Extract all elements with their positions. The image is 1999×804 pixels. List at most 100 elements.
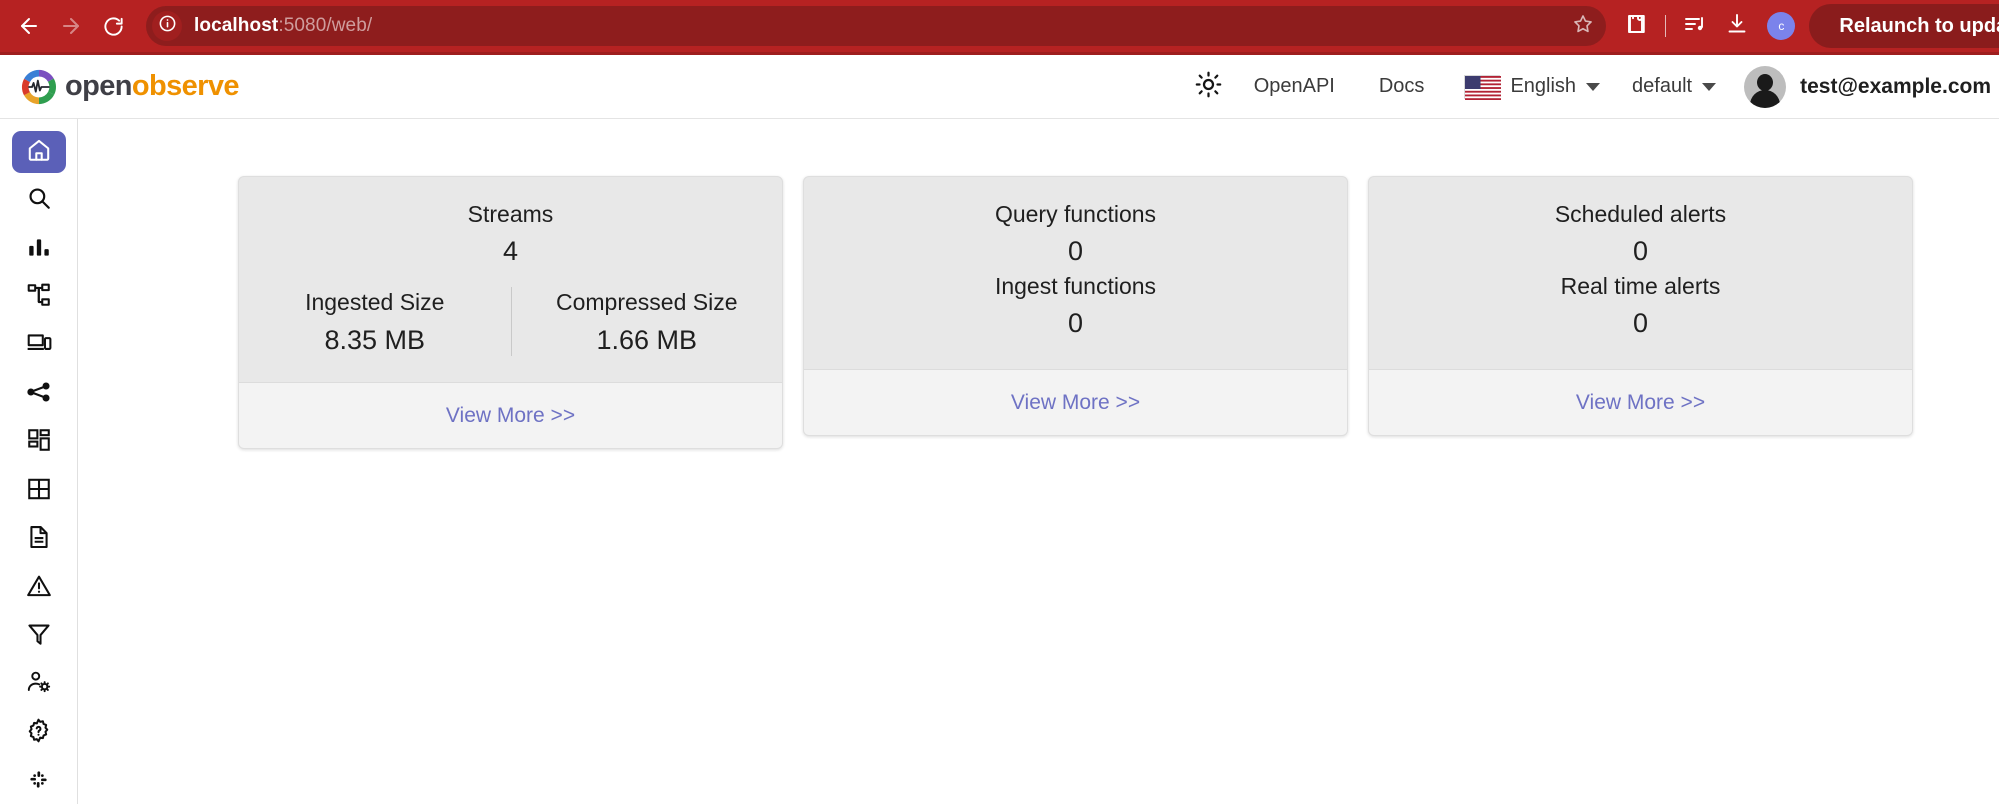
sidebar-item-search[interactable]	[12, 179, 66, 221]
summary-cards: Streams 4 Ingested Size 8.35 MB Compress…	[238, 176, 1999, 450]
avatar	[1744, 65, 1787, 108]
alert-triangle-icon	[26, 573, 52, 604]
user-menu[interactable]: test@example.com	[1734, 65, 1991, 108]
app-header: openobserve OpenAPI Docs English default…	[0, 55, 1999, 119]
card-footer: View More >>	[1369, 369, 1912, 436]
bookmark-button[interactable]	[1566, 9, 1600, 43]
sidebar-item-functions[interactable]	[12, 615, 66, 657]
card-value: 0	[1632, 236, 1649, 267]
view-more-link[interactable]: View More >>	[1011, 391, 1140, 415]
document-icon	[26, 524, 52, 555]
view-more-link[interactable]: View More >>	[1576, 391, 1705, 415]
reload-button[interactable]	[92, 5, 134, 47]
url-host: localhost	[194, 15, 279, 36]
user-email: test@example.com	[1800, 74, 1991, 98]
openapi-link[interactable]: OpenAPI	[1232, 75, 1357, 98]
brand-open: open	[65, 70, 132, 102]
card-footer: View More >>	[239, 382, 782, 449]
view-more-link[interactable]: View More >>	[446, 404, 575, 428]
us-flag-icon	[1464, 74, 1502, 100]
download-icon	[1725, 12, 1749, 41]
back-button[interactable]	[8, 5, 50, 47]
devices-icon	[26, 330, 52, 361]
sidebar-item-alerts[interactable]	[12, 567, 66, 609]
sidebar-item-pipelines[interactable]	[12, 276, 66, 318]
gear-question-icon	[25, 717, 52, 749]
card-secondary-value: 0	[1067, 308, 1084, 339]
organization-selector[interactable]: default	[1614, 75, 1734, 98]
sidebar-item-management[interactable]	[12, 712, 66, 754]
sidebar-item-iam[interactable]	[12, 664, 66, 706]
brand-observe: observe	[131, 70, 240, 102]
star-icon	[1572, 13, 1594, 40]
card-secondary-title: Ingest functions	[994, 273, 1157, 300]
reload-icon	[102, 15, 125, 38]
compressed-size-stat: Compressed Size 1.66 MB	[510, 287, 783, 357]
url-path: :5080/web/	[278, 15, 373, 36]
stat-value: 8.35 MB	[324, 325, 426, 356]
relaunch-to-update-button[interactable]: Relaunch to update	[1809, 4, 1999, 48]
main-content: Streams 4 Ingested Size 8.35 MB Compress…	[78, 119, 1999, 804]
table-grid-icon	[26, 476, 52, 507]
card-footer: View More >>	[804, 369, 1347, 436]
search-icon	[26, 185, 52, 216]
sidebar-item-traces[interactable]	[12, 373, 66, 415]
url-text: localhost:5080/web/	[194, 15, 372, 37]
slack-icon	[26, 767, 51, 797]
app-body: Streams 4 Ingested Size 8.35 MB Compress…	[0, 119, 1999, 804]
share-nodes-icon	[26, 379, 52, 410]
card-secondary-title: Real time alerts	[1560, 273, 1721, 300]
card-body: Streams 4 Ingested Size 8.35 MB Compress…	[239, 177, 782, 382]
sidebar-item-metrics[interactable]	[12, 228, 66, 270]
streams-card: Streams 4 Ingested Size 8.35 MB Compress…	[238, 176, 783, 450]
card-value: 0	[1067, 236, 1084, 267]
card-split: Ingested Size 8.35 MB Compressed Size 1.…	[239, 287, 783, 357]
language-selector[interactable]: English	[1446, 74, 1614, 100]
sidebar-item-slack[interactable]	[12, 760, 66, 802]
bar-chart-icon	[26, 234, 52, 265]
sun-icon	[1195, 71, 1222, 103]
downloads-button[interactable]	[1717, 6, 1757, 46]
home-icon	[26, 137, 52, 168]
docs-link[interactable]: Docs	[1357, 75, 1447, 98]
browser-actions: c Relaunch to update	[1616, 4, 1999, 48]
sidebar-item-home[interactable]	[11, 131, 66, 174]
media-playlist-icon	[1683, 12, 1707, 41]
sidebar-item-dashboards[interactable]	[12, 422, 66, 464]
stat-label: Compressed Size	[555, 289, 738, 316]
openobserve-pulse-logo	[20, 68, 58, 106]
card-body: Query functions 0 Ingest functions 0	[804, 177, 1347, 369]
sidebar-item-rum[interactable]	[12, 325, 66, 367]
site-info-button[interactable]	[152, 11, 182, 41]
header-right-actions: OpenAPI Docs English default test@exampl…	[1186, 55, 1999, 118]
alerts-card: Scheduled alerts 0 Real time alerts 0 Vi…	[1368, 176, 1913, 437]
card-body: Scheduled alerts 0 Real time alerts 0	[1369, 177, 1912, 369]
language-label: English	[1510, 75, 1577, 97]
sidebar	[0, 119, 78, 804]
sidebar-item-logs[interactable]	[12, 518, 66, 560]
puzzle-piece-icon	[1624, 12, 1648, 41]
card-value: 4	[502, 236, 519, 267]
avatar-head	[1757, 73, 1774, 91]
hierarchy-icon	[26, 282, 52, 313]
theme-toggle-button[interactable]	[1186, 64, 1232, 110]
arrow-left-icon	[17, 14, 41, 38]
brand-wordmark: openobserve	[65, 70, 240, 102]
stat-value: 1.66 MB	[596, 325, 698, 356]
sidebar-item-streams[interactable]	[12, 470, 66, 512]
info-circle-icon	[158, 14, 177, 38]
chevron-down-icon	[1702, 82, 1717, 91]
browser-toolbar: localhost:5080/web/ c Relaunch to update	[0, 0, 1999, 52]
card-title: Scheduled alerts	[1554, 201, 1727, 227]
address-bar[interactable]: localhost:5080/web/	[146, 6, 1607, 46]
media-control-button[interactable]	[1675, 6, 1715, 46]
profile-avatar-button[interactable]: c	[1767, 12, 1796, 40]
arrow-right-icon	[59, 14, 83, 38]
forward-button[interactable]	[50, 5, 92, 47]
functions-card: Query functions 0 Ingest functions 0 Vie…	[803, 176, 1348, 437]
extensions-button[interactable]	[1616, 6, 1656, 46]
organization-label: default	[1632, 75, 1693, 97]
chevron-down-icon	[1586, 82, 1601, 91]
brand-logo[interactable]: openobserve	[20, 68, 240, 106]
stat-label: Ingested Size	[305, 289, 445, 316]
